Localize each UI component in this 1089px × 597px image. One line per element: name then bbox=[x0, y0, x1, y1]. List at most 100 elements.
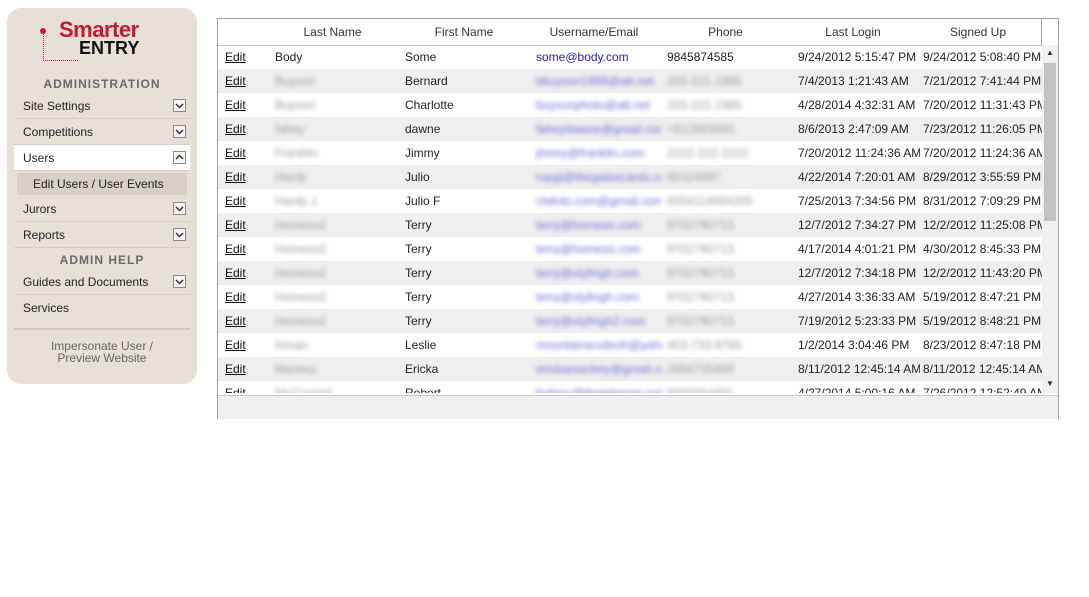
edit-link[interactable]: Edit bbox=[225, 93, 265, 117]
cell-last-login: 4/27/2014 3:36:33 AM bbox=[798, 290, 916, 304]
table-row: Edit Homeso2 Terry terry@homeso.com 97027907… bbox=[218, 237, 1042, 261]
impersonate-line2: Preview Website bbox=[57, 351, 147, 365]
table-row: Edit fahey dawne faheydawne@gmail.com +61289… bbox=[218, 117, 1042, 141]
cell-first-name: dawne bbox=[405, 122, 441, 136]
cell-phone: 9702790713 bbox=[667, 290, 734, 304]
scroll-up-icon[interactable]: ▲ bbox=[1046, 48, 1054, 57]
chevron-down-icon[interactable] bbox=[173, 202, 186, 215]
cell-email: clafoto.com@gmail.com bbox=[536, 194, 662, 208]
edit-link[interactable]: Edit bbox=[225, 69, 265, 93]
scroll-thumb[interactable] bbox=[1044, 63, 1056, 221]
cell-first-name: Leslie bbox=[405, 338, 437, 352]
cell-last-name: Homeso2 bbox=[275, 290, 327, 304]
cell-signed-up: 8/23/2012 8:47:18 PM bbox=[923, 338, 1042, 352]
cell-phone: 9845874585 bbox=[667, 50, 734, 64]
cell-last-name: Hardy J bbox=[275, 194, 317, 208]
cell-first-name: Julio F bbox=[405, 194, 441, 208]
nav-guides-label: Guides and Documents bbox=[23, 275, 149, 289]
impersonate-preview-link[interactable]: Impersonate User / Preview Website bbox=[7, 340, 197, 364]
column-header-last-login[interactable]: Last Login bbox=[793, 19, 913, 45]
cell-phone: 8005554491 bbox=[667, 386, 734, 393]
table-row: Edit Inman Leslie mountainsrodeoh@yahoo.com… bbox=[218, 333, 1042, 357]
edit-link[interactable]: Edit bbox=[225, 309, 265, 333]
grid-footer bbox=[218, 395, 1058, 419]
cell-last-name: Hardy bbox=[275, 170, 308, 184]
cell-signed-up: 12/2/2012 11:25:08 PM bbox=[923, 218, 1042, 232]
table-row: Edit Hardy J Julio F clafoto.com@gmail.com 6… bbox=[218, 189, 1042, 213]
nav-users-label: Users bbox=[23, 151, 55, 165]
logo-text-entry: ENTRY bbox=[79, 38, 140, 58]
cell-phone: 403-733-8785 bbox=[667, 338, 742, 352]
nav-jurors[interactable]: Jurors bbox=[14, 196, 190, 222]
scroll-down-icon[interactable]: ▼ bbox=[1046, 379, 1054, 388]
cell-phone: 320-221-1985 bbox=[667, 74, 742, 88]
nav-site-settings-label: Site Settings bbox=[23, 99, 91, 113]
table-row: Edit Homeso2 Terry terry@stylingh.com 970279… bbox=[218, 261, 1042, 285]
edit-link[interactable]: Edit bbox=[225, 45, 265, 69]
nav-users[interactable]: Users bbox=[14, 145, 190, 171]
cell-signed-up: 4/30/2012 8:45:33 PM bbox=[923, 242, 1042, 256]
cell-last-login: 7/20/2012 11:24:36 AM bbox=[798, 146, 920, 160]
cell-last-login: 12/7/2012 7:34:27 PM bbox=[798, 218, 917, 232]
chevron-down-icon[interactable] bbox=[173, 99, 186, 112]
nav-reports[interactable]: Reports bbox=[14, 222, 190, 248]
cell-signed-up: 9/24/2012 5:08:40 PM bbox=[923, 50, 1042, 64]
vertical-scrollbar[interactable]: ▲ ▼ bbox=[1042, 45, 1058, 393]
cell-phone: 320-221-1985 bbox=[667, 98, 742, 112]
nav-edit-users-events[interactable]: Edit Users / User Events bbox=[17, 173, 187, 195]
cell-last-name: Buyson bbox=[275, 74, 316, 88]
cell-last-login: 4/17/2014 4:01:21 PM bbox=[798, 242, 917, 256]
cell-last-name: Homeso2 bbox=[275, 242, 327, 256]
column-header-first-name[interactable]: First Name bbox=[400, 19, 528, 45]
edit-link[interactable]: Edit bbox=[225, 165, 265, 189]
cell-email: terry@homeso.com bbox=[536, 218, 641, 232]
cell-email: buysonphoto@att.net bbox=[536, 98, 651, 112]
column-header-edit bbox=[218, 19, 270, 45]
column-header-email[interactable]: Username/Email bbox=[533, 19, 655, 45]
cell-phone: 2222-222-2222 bbox=[667, 146, 749, 160]
chevron-up-icon[interactable] bbox=[173, 151, 186, 164]
cell-phone: 9702790713 bbox=[667, 218, 734, 232]
edit-link[interactable]: Edit bbox=[225, 357, 265, 381]
nav-services[interactable]: Services bbox=[14, 295, 190, 321]
cell-email: some@body.com bbox=[536, 50, 629, 64]
smarter-entry-logo[interactable]: Smarter ENTRY bbox=[40, 18, 153, 74]
cell-last-login: 7/4/2013 1:21:43 AM bbox=[798, 74, 909, 88]
cell-last-login: 4/22/2014 7:20:01 AM bbox=[798, 170, 916, 184]
cell-last-name: Inman bbox=[275, 338, 309, 352]
cell-phone: 9702790713 bbox=[667, 314, 734, 328]
edit-link[interactable]: Edit bbox=[225, 213, 265, 237]
chevron-down-icon[interactable] bbox=[173, 275, 186, 288]
cell-last-name: fahey bbox=[275, 122, 305, 136]
edit-link[interactable]: Edit bbox=[225, 381, 265, 393]
table-row: Edit Body Some some@body.com 9845874585 9/24/… bbox=[218, 45, 1042, 69]
chevron-down-icon[interactable] bbox=[173, 125, 186, 138]
cell-email: terry@stylingh2.com bbox=[536, 314, 646, 328]
cell-last-login: 1/2/2014 3:04:46 PM bbox=[798, 338, 910, 352]
nav-guides-documents[interactable]: Guides and Documents bbox=[14, 269, 190, 295]
column-header-signed-up[interactable]: Signed Up bbox=[918, 19, 1038, 45]
edit-link[interactable]: Edit bbox=[225, 117, 265, 141]
nav-competitions[interactable]: Competitions bbox=[14, 119, 190, 145]
edit-link[interactable]: Edit bbox=[225, 285, 265, 309]
cell-email: jimmy@franklin.com bbox=[536, 146, 645, 160]
table-row: Edit Buyson Charlotte buysonphoto@att.net 32… bbox=[218, 93, 1042, 117]
cell-signed-up: 7/20/2012 11:31:43 PM bbox=[923, 98, 1042, 112]
table-row: Edit McConnell Robert bobmc@theinternet.com… bbox=[218, 381, 1042, 393]
edit-link[interactable]: Edit bbox=[225, 237, 265, 261]
cell-first-name: Some bbox=[405, 50, 437, 64]
column-header-last-name[interactable]: Last Name bbox=[270, 19, 395, 45]
chevron-down-icon[interactable] bbox=[173, 228, 186, 241]
edit-link[interactable]: Edit bbox=[225, 333, 265, 357]
table-row: Edit Homeso2 Terry terry@stylingh.com 970279… bbox=[218, 285, 1042, 309]
cell-email: mountainsrodeoh@yahoo.com bbox=[536, 338, 662, 352]
cell-email: bobmc@theinternet.com bbox=[536, 386, 662, 393]
edit-link[interactable]: Edit bbox=[225, 261, 265, 285]
edit-link[interactable]: Edit bbox=[225, 141, 265, 165]
edit-link[interactable]: Edit bbox=[225, 189, 265, 213]
column-header-phone[interactable]: Phone bbox=[663, 19, 788, 45]
cell-last-login: 9/24/2012 5:15:47 PM bbox=[798, 50, 917, 64]
nav-reports-label: Reports bbox=[23, 228, 66, 242]
grid-header: Last Name First Name Username/Email Phon… bbox=[218, 19, 1042, 46]
nav-site-settings[interactable]: Site Settings bbox=[14, 93, 190, 119]
